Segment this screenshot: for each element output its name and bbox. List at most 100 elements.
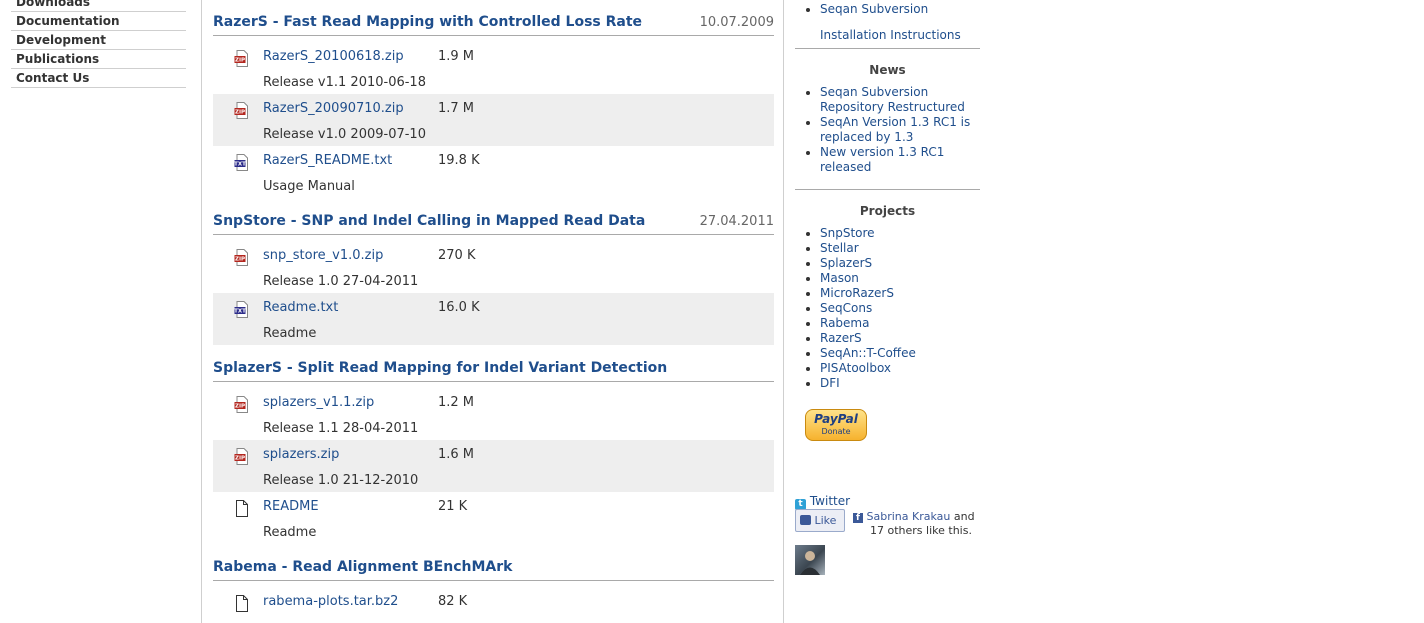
section-title-snpstore[interactable]: SnpStore - SNP and Indel Calling in Mapp… [213,213,645,229]
facebook-like-text: f Sabrina Krakau and 17 others like this… [853,510,981,538]
file-row: ZIP RazerS_20090710.zip 1.7 M Release v1… [213,94,774,146]
project-link-stellar[interactable]: Stellar [795,241,980,256]
news-item[interactable]: SeqAn Version 1.3 RC1 is replaced by 1.3 [795,115,980,145]
file-size: 21 K [438,499,468,514]
file-description: Readme [263,326,317,341]
file-download-link[interactable]: Readme.txt [263,300,338,315]
file-description: Release 1.1 28-04-2011 [263,421,419,436]
file-row: ZIP snp_store_v1.0.zip 270 K Release 1.0… [213,241,774,293]
file-download-link[interactable]: RazerS_20100618.zip [263,49,404,64]
file-row: ZIP splazers.zip 1.6 M Release 1.0 21-12… [213,440,774,492]
zip-file-icon: ZIP [234,448,250,465]
project-link-dfi[interactable]: DFI [795,376,980,391]
file-description: Release 1.0 21-12-2010 [263,473,419,488]
project-link-mason[interactable]: Mason [795,271,980,286]
file-size: 270 K [438,248,476,263]
facebook-friend-link[interactable]: Sabrina Krakau [867,510,951,523]
file-row: ZIP splazers_v1.1.zip 1.2 M Release 1.1 … [213,388,774,440]
file-size: 82 K [438,594,468,609]
facebook-like-button[interactable]: Like [795,509,845,532]
zip-file-icon: ZIP [234,396,250,413]
file-download-link[interactable]: snp_store_v1.0.zip [263,248,383,263]
svg-text:TXT: TXT [234,162,246,168]
nav-item-contact-us[interactable]: Contact Us [11,69,186,88]
like-text-suffix: and [950,510,975,523]
section-title-rabema[interactable]: Rabema - Read Alignment BEnchMArk [213,559,512,575]
person-silhouette-icon [800,551,820,575]
file-row: rabema-plots.tar.bz2 82 K [213,587,774,623]
blank-file-icon [234,595,250,612]
file-size: 19.8 K [438,153,480,168]
facebook-icon: f [853,513,863,523]
file-row: TXT Readme.txt 16.0 K Readme [213,293,774,345]
right-sidebar: Seqan Subversion Installation Instructio… [795,0,980,575]
svg-text:TXT: TXT [234,309,246,315]
project-link-seqcons[interactable]: SeqCons [795,301,980,316]
like-count-text: 17 others like this. [870,524,972,537]
nav-item-documentation[interactable]: Documentation [11,12,186,31]
file-description: Readme [263,525,317,540]
file-download-link[interactable]: rabema-plots.tar.bz2 [263,594,398,609]
left-navigation: Downloads Documentation Development Publ… [11,0,186,88]
file-description: Release 1.0 27-04-2011 [263,274,419,289]
file-download-link[interactable]: splazers.zip [263,447,339,462]
svg-text:ZIP: ZIP [235,58,245,64]
friend-avatar[interactable] [795,545,825,575]
nav-item-development[interactable]: Development [11,31,186,50]
txt-file-icon: TXT [234,301,250,318]
twitter-link[interactable]: t Twitter [795,494,850,510]
project-link-razers[interactable]: RazerS [795,331,980,346]
zip-file-icon: ZIP [234,50,250,67]
file-size: 1.9 M [438,49,475,64]
project-link-splazers[interactable]: SplazerS [795,256,980,271]
project-link-snpstore[interactable]: SnpStore [795,226,980,241]
projects-list: SnpStore Stellar SplazerS Mason MicroRaz… [795,226,980,391]
news-heading: News [869,63,906,77]
news-item[interactable]: New version 1.3 RC1 released [795,145,980,175]
file-description: Release v1.1 2010-06-18 [263,75,426,90]
file-row: TXT RazerS_README.txt 19.8 K Usage Manua… [213,146,774,198]
file-size: 1.7 M [438,101,475,116]
svg-text:ZIP: ZIP [235,257,245,263]
file-row: ZIP RazerS_20100618.zip 1.9 M Release v1… [213,42,774,94]
file-download-link[interactable]: RazerS_20090710.zip [263,101,404,116]
txt-file-icon: TXT [234,154,250,171]
projects-heading: Projects [859,204,916,218]
blank-file-icon [234,500,250,517]
file-download-link[interactable]: RazerS_README.txt [263,153,392,168]
section-date: 27.04.2011 [699,214,774,229]
nav-item-downloads[interactable]: Downloads [11,0,186,12]
downloads-content: RazerS - Fast Read Mapping with Controll… [201,0,784,623]
svg-text:ZIP: ZIP [235,404,245,410]
svg-text:ZIP: ZIP [235,110,245,116]
divider [795,189,980,190]
file-size: 16.0 K [438,300,480,315]
seqan-subversion-link[interactable]: Seqan Subversion [795,2,980,17]
section-header: SplazerS - Split Read Mapping for Indel … [213,360,774,382]
section-title-razers[interactable]: RazerS - Fast Read Mapping with Controll… [213,14,642,30]
project-link-pisatoolbox[interactable]: PISAtoolbox [795,361,980,376]
zip-file-icon: ZIP [234,249,250,266]
paypal-donate-button[interactable]: PayPal Donate [805,409,867,441]
section-header: SnpStore - SNP and Indel Calling in Mapp… [213,213,774,235]
installation-instructions-link[interactable]: Installation Instructions [795,17,980,48]
file-size: 1.2 M [438,395,475,410]
svg-text:ZIP: ZIP [235,456,245,462]
news-item[interactable]: Seqan Subversion Repository Restructured [795,85,980,115]
project-link-t-coffee[interactable]: SeqAn::T-Coffee [795,346,980,361]
file-download-link[interactable]: splazers_v1.1.zip [263,395,374,410]
section-date: 10.07.2009 [699,15,774,30]
section-title-splazers[interactable]: SplazerS - Split Read Mapping for Indel … [213,360,667,376]
news-list: Seqan Subversion Repository Restructured… [795,85,980,175]
donate-label: Donate [821,427,851,436]
project-link-rabema[interactable]: Rabema [795,316,980,331]
file-download-link[interactable]: README [263,499,319,514]
project-link-microrazers[interactable]: MicroRazerS [795,286,980,301]
nav-item-publications[interactable]: Publications [11,50,186,69]
paypal-logo: PayPal [814,412,858,426]
divider [795,48,980,49]
zip-file-icon: ZIP [234,102,250,119]
file-size: 1.6 M [438,447,475,462]
section-header: Rabema - Read Alignment BEnchMArk [213,559,774,581]
thumbs-up-icon [800,515,811,525]
